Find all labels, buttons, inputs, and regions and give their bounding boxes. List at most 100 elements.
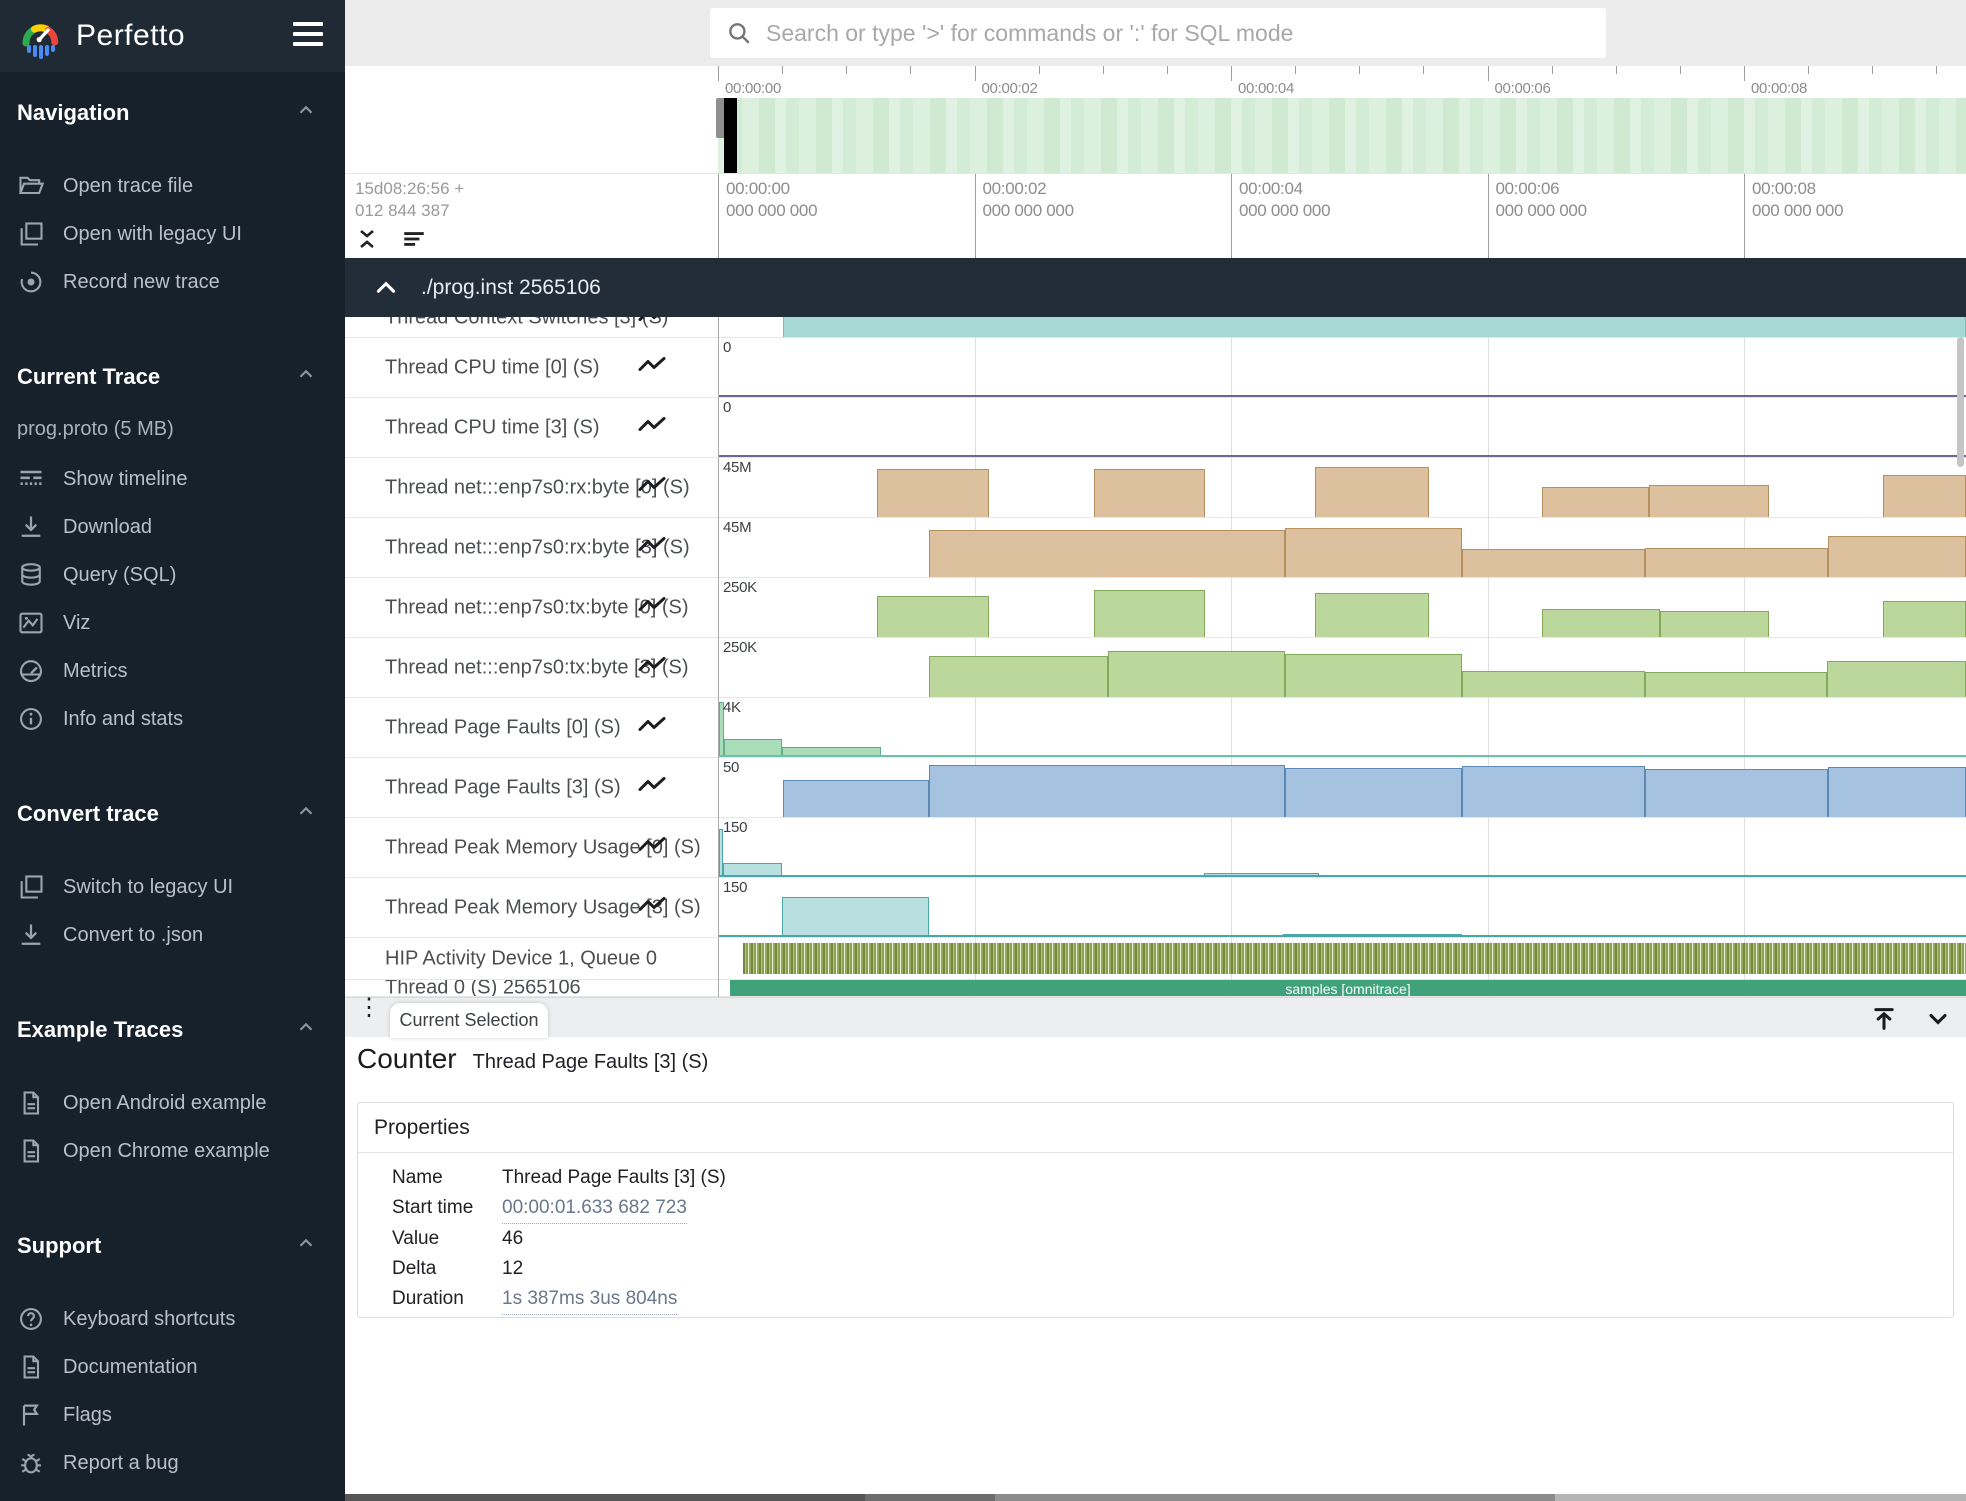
counter-segment[interactable]: [1542, 609, 1660, 637]
counter-segment[interactable]: [1108, 651, 1285, 697]
search-box[interactable]: [710, 8, 1606, 58]
counter-segment[interactable]: [1462, 766, 1645, 817]
property-value[interactable]: 1s 387ms 3us 804ns: [502, 1284, 677, 1315]
counter-segment[interactable]: [1315, 467, 1429, 517]
counter-segment[interactable]: [1094, 469, 1205, 517]
counter-segment[interactable]: [877, 469, 989, 517]
collapse-all-icon[interactable]: [355, 226, 379, 252]
sidebar-item-info-and-stats[interactable]: Info and stats: [0, 695, 345, 743]
counter-segment[interactable]: [1645, 769, 1828, 817]
track-label-pane[interactable]: Thread Page Faults [0] (S): [345, 698, 718, 757]
section-title[interactable]: Current Trace: [0, 362, 345, 392]
counter-segment[interactable]: [929, 530, 1285, 577]
statusbar-partial: [345, 1494, 1966, 1501]
track-chart[interactable]: 250K: [719, 578, 1966, 637]
sidebar-item-show-timeline[interactable]: Show timeline: [0, 455, 345, 503]
counter-segment[interactable]: [1645, 672, 1827, 697]
track-chart[interactable]: samples [omnitrace]: [719, 980, 1966, 996]
track-label-pane[interactable]: HIP Activity Device 1, Queue 0: [345, 938, 718, 979]
drag-handle-icon[interactable]: ⋮: [357, 1002, 365, 1013]
counter-segment[interactable]: [1827, 661, 1966, 697]
section-title[interactable]: Navigation: [0, 98, 345, 128]
counter-segment[interactable]: [1883, 475, 1966, 517]
counter-segment[interactable]: [1828, 767, 1966, 817]
section-title[interactable]: Convert trace: [0, 799, 345, 829]
sidebar-item-switch-to-legacy-ui[interactable]: Switch to legacy UI: [0, 863, 345, 911]
counter-segment[interactable]: [1285, 768, 1462, 817]
sidebar-item-metrics[interactable]: Metrics: [0, 647, 345, 695]
counter-segment[interactable]: [1285, 654, 1462, 697]
hip-slices[interactable]: [743, 943, 1966, 974]
counter-segment[interactable]: [1828, 536, 1966, 577]
track-label-pane[interactable]: Thread CPU time [0] (S): [345, 338, 718, 397]
section-title[interactable]: Example Traces: [0, 1015, 345, 1045]
track-chart[interactable]: [719, 938, 1966, 979]
sidebar-item-convert-to-json[interactable]: Convert to .json: [0, 911, 345, 959]
counter-segment[interactable]: [929, 656, 1108, 697]
track-label-pane[interactable]: Thread 0 (S) 2565106: [345, 980, 718, 996]
process-group-header[interactable]: ./prog.inst 2565106: [345, 258, 1966, 317]
sidebar-item-download[interactable]: Download: [0, 503, 345, 551]
collapse-panel-icon[interactable]: [1924, 1005, 1952, 1033]
tab-current-selection[interactable]: Current Selection: [390, 1003, 548, 1038]
expand-panel-icon[interactable]: [1870, 1005, 1898, 1033]
search-input[interactable]: [766, 20, 1606, 47]
track-chart[interactable]: 150: [719, 878, 1966, 937]
counter-segment[interactable]: [783, 780, 929, 817]
section-title[interactable]: Support: [0, 1231, 345, 1261]
track-label-pane[interactable]: Thread net:::enp7s0:tx:byte [3] (S): [345, 638, 718, 697]
track-label-pane[interactable]: Thread CPU time [3] (S): [345, 398, 718, 457]
samples-bar[interactable]: samples [omnitrace]: [730, 980, 1966, 996]
counter-segment[interactable]: [1462, 549, 1645, 577]
time-panel-cell: 00:00:02 000 000 000: [975, 174, 1232, 258]
track-chart[interactable]: 150: [719, 818, 1966, 877]
counter-segment[interactable]: [783, 317, 1966, 337]
counter-segment[interactable]: [1660, 611, 1769, 637]
sidebar-item-documentation[interactable]: Documentation: [0, 1343, 345, 1391]
counter-segment[interactable]: [1315, 593, 1429, 637]
property-value[interactable]: 00:00:01.633 682 723: [502, 1193, 687, 1224]
track-label-pane[interactable]: Thread Page Faults [3] (S): [345, 758, 718, 817]
track-chart[interactable]: [719, 317, 1966, 337]
track-chart[interactable]: 0: [719, 338, 1966, 397]
track-label-pane[interactable]: Thread net:::enp7s0:rx:byte [0] (S): [345, 458, 718, 517]
counter-segment[interactable]: [1883, 601, 1966, 637]
counter-segment[interactable]: [1462, 671, 1645, 697]
sidebar-item-open-android-example[interactable]: Open Android example: [0, 1079, 345, 1127]
sidebar-item-record-new-trace[interactable]: Record new trace: [0, 258, 345, 306]
track-label-pane[interactable]: Thread net:::enp7s0:tx:byte [0] (S): [345, 578, 718, 637]
counter-segment[interactable]: [929, 765, 1285, 817]
track-label-pane[interactable]: Thread net:::enp7s0:rx:byte [3] (S): [345, 518, 718, 577]
sidebar-item-open-trace-file[interactable]: Open trace file: [0, 162, 345, 210]
track-chart[interactable]: 45M: [719, 458, 1966, 517]
sidebar-item-report-a-bug[interactable]: Report a bug: [0, 1439, 345, 1487]
sort-tracks-icon[interactable]: [399, 226, 429, 252]
sidebar-item-keyboard-shortcuts[interactable]: Keyboard shortcuts: [0, 1295, 345, 1343]
counter-segment[interactable]: [1645, 548, 1828, 577]
counter-segment[interactable]: [1094, 590, 1205, 637]
document-icon: [17, 1353, 45, 1381]
counter-segment[interactable]: [877, 596, 989, 637]
hamburger-menu-icon[interactable]: [293, 22, 323, 48]
sidebar-item-flags[interactable]: Flags: [0, 1391, 345, 1439]
vertical-scrollbar[interactable]: [1957, 337, 1964, 467]
track-label-pane[interactable]: Thread Context Switches [3] (S): [345, 317, 718, 337]
track-chart[interactable]: 45M: [719, 518, 1966, 577]
track-chart[interactable]: 4K: [719, 698, 1966, 757]
counter-segment[interactable]: [1285, 528, 1462, 577]
sidebar-item-viz[interactable]: Viz: [0, 599, 345, 647]
track-label-pane[interactable]: Thread Peak Memory Usage [0] (S): [345, 818, 718, 877]
sidebar-item-open-with-legacy-ui[interactable]: Open with legacy UI: [0, 210, 345, 258]
counter-segment[interactable]: [782, 897, 929, 937]
axis-max-label: 250K: [723, 579, 757, 596]
track-pane-divider[interactable]: [718, 317, 719, 997]
counter-segment[interactable]: [1542, 487, 1649, 517]
viewport-handle[interactable]: [724, 98, 737, 179]
track-chart[interactable]: 50: [719, 758, 1966, 817]
track-chart[interactable]: 0: [719, 398, 1966, 457]
track-chart[interactable]: 250K: [719, 638, 1966, 697]
sidebar-item-query-sql-[interactable]: Query (SQL): [0, 551, 345, 599]
sidebar-item-open-chrome-example[interactable]: Open Chrome example: [0, 1127, 345, 1175]
track-label-pane[interactable]: Thread Peak Memory Usage [3] (S): [345, 878, 718, 937]
counter-segment[interactable]: [1649, 485, 1769, 517]
